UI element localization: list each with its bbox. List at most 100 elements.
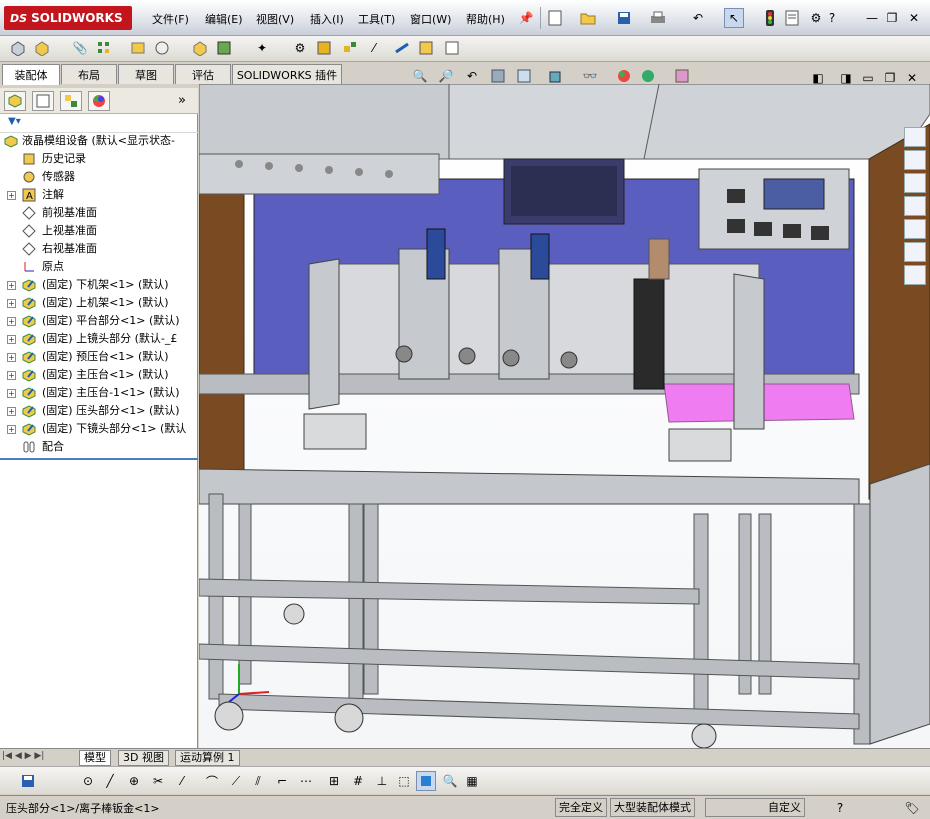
open-folder-icon[interactable] <box>578 8 598 28</box>
tree-item[interactable]: + (固定) 下镜头部分<1> (默认 <box>0 420 198 438</box>
save-icon[interactable] <box>614 8 634 28</box>
property-manager-tab-icon[interactable] <box>32 91 54 111</box>
edit-appearance-icon[interactable] <box>614 66 634 86</box>
expand-plus-icon[interactable]: + <box>7 425 16 434</box>
tree-item[interactable]: 原点 <box>0 258 198 276</box>
tab-evaluate[interactable]: 评估 <box>175 64 231 84</box>
expand-plus-icon[interactable]: + <box>7 407 16 416</box>
tree-item[interactable]: 配合 <box>0 438 198 456</box>
close-button[interactable]: ✕ <box>904 8 924 28</box>
view-orientation-icon[interactable] <box>514 66 534 86</box>
appearances-scenes-icon[interactable] <box>904 219 926 239</box>
corner-rectangle-icon[interactable]: ⌐ <box>272 771 292 791</box>
view-palette-icon[interactable] <box>904 196 926 216</box>
expand-plus-icon[interactable]: + <box>7 299 16 308</box>
point-icon[interactable]: ⊕ <box>124 771 144 791</box>
zoom-to-area-icon[interactable]: 🔎 <box>436 66 456 86</box>
clearance-verification-icon[interactable] <box>416 38 436 58</box>
file-properties-icon[interactable] <box>782 8 802 28</box>
relations-icon[interactable]: ⊥ <box>372 771 392 791</box>
expand-plus-icon[interactable]: + <box>7 353 16 362</box>
menu-tools[interactable]: 工具(T) <box>358 11 395 27</box>
exploded-view-icon[interactable] <box>340 38 360 58</box>
expand-plus-icon[interactable]: + <box>7 281 16 290</box>
mate-paperclip-icon[interactable]: 📎 <box>70 38 90 58</box>
shaded-icon[interactable] <box>416 771 436 791</box>
expand-plus-icon[interactable]: + <box>7 335 16 344</box>
tab-assembly[interactable]: 装配体 <box>2 64 60 85</box>
expand-plus-icon[interactable]: + <box>7 317 16 326</box>
linear-pattern-icon[interactable] <box>94 38 114 58</box>
mirror-icon[interactable]: ⫽ <box>248 771 268 791</box>
insert-component-icon[interactable] <box>8 38 28 58</box>
solidworks-resources-home-icon[interactable] <box>904 127 926 147</box>
tab-layout[interactable]: 布局 <box>61 64 117 84</box>
menu-view[interactable]: 视图(V) <box>256 11 294 27</box>
new-document-icon[interactable] <box>545 8 565 28</box>
tag-icon[interactable]: 🏷 <box>902 798 922 818</box>
tree-item[interactable]: + (固定) 预压台<1> (默认) <box>0 348 198 366</box>
tree-item[interactable]: + (固定) 主压台-1<1> (默认) <box>0 384 198 402</box>
tab-3d-view[interactable]: 3D 视图 <box>118 750 169 766</box>
tree-item[interactable]: 前视基准面 <box>0 204 198 222</box>
pin-icon[interactable]: 📌 <box>516 8 536 28</box>
menu-window[interactable]: 窗口(W) <box>410 11 451 27</box>
apply-scene-icon[interactable] <box>638 66 658 86</box>
tree-item[interactable]: 历史记录 <box>0 150 198 168</box>
tree-item[interactable]: 传感器 <box>0 168 198 186</box>
tree-item[interactable]: + (固定) 上镜头部分 (默认-_£ <box>0 330 198 348</box>
feature-manager-tab-icon[interactable] <box>4 91 26 111</box>
fillet-icon[interactable]: ⌒ <box>202 771 222 791</box>
construction-geometry-icon[interactable]: ⋯ <box>296 771 316 791</box>
assembly-features-icon[interactable] <box>214 38 234 58</box>
section-view-icon[interactable] <box>488 66 508 86</box>
solidworks-logo[interactable]: DS SOLIDWORKS <box>4 6 132 30</box>
undo-icon[interactable]: ↶ <box>688 8 708 28</box>
rebuild-traffic-light-icon[interactable] <box>760 8 780 28</box>
tab-solidworks-addins[interactable]: SOLIDWORKS 插件 <box>232 64 342 84</box>
select-arrow-icon[interactable]: ↖ <box>724 8 744 28</box>
expand-plus-icon[interactable]: + <box>7 371 16 380</box>
show-hidden-components-icon[interactable] <box>190 38 210 58</box>
smart-dimension-icon[interactable]: ⊞ <box>324 771 344 791</box>
filter-icon[interactable]: ▼▾ <box>8 116 34 130</box>
reference-geometry-icon[interactable]: ✦ <box>252 38 272 58</box>
hide-show-items-icon[interactable]: 👓 <box>580 66 600 86</box>
interference-detection-icon[interactable] <box>392 38 412 58</box>
restore-button[interactable]: ❐ <box>882 8 902 28</box>
menu-help[interactable]: 帮助(H) <box>466 11 505 27</box>
menu-insert[interactable]: 插入(I) <box>310 11 344 27</box>
line-icon[interactable]: ╱ <box>100 771 120 791</box>
trim-icon[interactable]: ✂ <box>148 771 168 791</box>
tree-item[interactable]: + (固定) 主压台<1> (默认) <box>0 366 198 384</box>
move-component-icon[interactable] <box>152 38 172 58</box>
bill-of-materials-icon[interactable] <box>314 38 334 58</box>
tree-item[interactable]: + (固定) 平台部分<1> (默认) <box>0 312 198 330</box>
tree-item[interactable]: 上视基准面 <box>0 222 198 240</box>
print-icon[interactable] <box>648 8 668 28</box>
custom-properties-icon[interactable] <box>904 242 926 262</box>
graphics-viewport[interactable] <box>199 84 930 748</box>
menu-edit[interactable]: 编辑(E) <box>205 11 243 27</box>
explode-line-sketch-icon[interactable]: ⁄ <box>364 38 384 58</box>
instant3d-icon[interactable] <box>442 38 462 58</box>
expand-plus-icon[interactable]: + <box>7 389 16 398</box>
tab-model[interactable]: 模型 <box>79 750 111 766</box>
tab-scroll-arrows-icon[interactable]: |◀ ◀ ▶ ▶| <box>2 751 78 765</box>
new-motion-study-icon[interactable]: ⚙ <box>290 38 310 58</box>
tab-sketch[interactable]: 草图 <box>118 64 174 84</box>
status-units[interactable]: 自定义 <box>705 798 805 817</box>
file-explorer-icon[interactable] <box>904 173 926 193</box>
help-question-icon[interactable]: ? <box>822 8 842 28</box>
minimize-button[interactable]: — <box>862 8 882 28</box>
expand-panel-chevron-icon[interactable]: » <box>178 93 186 108</box>
configuration-manager-tab-icon[interactable] <box>60 91 82 111</box>
circle-icon[interactable]: ⊙ <box>78 771 98 791</box>
tree-root[interactable]: 液晶模组设备 (默认<显示状态- <box>0 132 198 150</box>
design-library-icon[interactable] <box>904 150 926 170</box>
smart-fasteners-icon[interactable] <box>128 38 148 58</box>
solidworks-forum-icon[interactable] <box>904 265 926 285</box>
help-icon[interactable]: ? <box>830 798 850 818</box>
centerline-icon[interactable]: ⁄ <box>172 771 192 791</box>
display-manager-tab-icon[interactable] <box>88 91 110 111</box>
